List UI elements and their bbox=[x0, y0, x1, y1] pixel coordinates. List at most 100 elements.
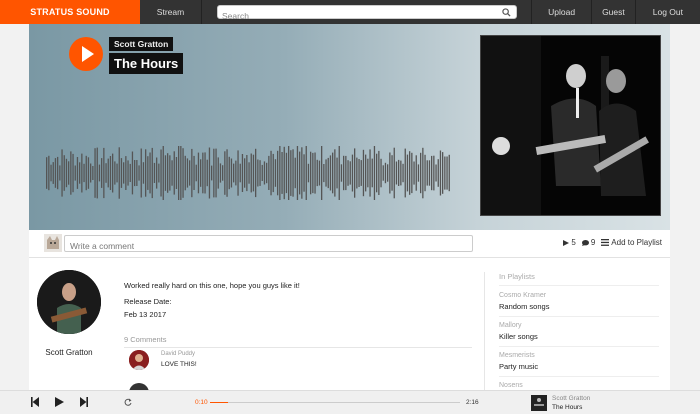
artist-avatar[interactable] bbox=[37, 270, 101, 334]
player-bar: 0:10 2:16 Scott Gratton The Hours bbox=[0, 390, 700, 414]
waveform-bar bbox=[109, 156, 112, 190]
waveform-bar bbox=[329, 155, 332, 191]
waveform-bar bbox=[59, 165, 61, 181]
waveform-bar bbox=[268, 155, 270, 190]
comment-input[interactable] bbox=[65, 238, 472, 254]
waveform-bar bbox=[261, 164, 263, 181]
waveform-bar bbox=[85, 155, 87, 191]
track-artist[interactable]: Scott Gratton bbox=[109, 37, 174, 51]
waveform-bar bbox=[431, 155, 433, 191]
playlist-owner[interactable]: Nosens bbox=[499, 382, 659, 389]
playlist-link[interactable]: Killer songs bbox=[499, 332, 659, 347]
track-page: Scott Gratton The Hours Write a comment … bbox=[29, 24, 670, 393]
now-playing-thumbnail[interactable] bbox=[531, 395, 547, 411]
playlist-owner[interactable]: Mesmerists bbox=[499, 352, 659, 359]
upload-link[interactable]: Upload bbox=[531, 0, 591, 24]
waveform-bar bbox=[318, 160, 321, 186]
brand-logo[interactable]: STRATUS SOUND bbox=[0, 0, 140, 24]
progress-bar[interactable] bbox=[210, 402, 460, 403]
waveform-bar bbox=[204, 152, 206, 194]
waveform-bar bbox=[387, 164, 389, 182]
waveform-bar bbox=[351, 154, 354, 192]
waveform-bar bbox=[156, 157, 158, 189]
waveform-bar bbox=[118, 147, 120, 199]
track-title: The Hours bbox=[109, 53, 184, 74]
now-playing-artist[interactable]: Scott Gratton bbox=[552, 395, 590, 402]
nav-stream-link[interactable]: Stream bbox=[140, 0, 202, 24]
waveform-bar bbox=[362, 149, 365, 197]
comments-value: 9 bbox=[590, 238, 596, 247]
waveform-bar bbox=[48, 155, 50, 191]
commenter-avatar[interactable] bbox=[129, 350, 149, 370]
waveform-bar bbox=[123, 162, 125, 184]
waveform-bar bbox=[336, 157, 338, 189]
waveform-bar bbox=[239, 163, 241, 183]
playlist-owner[interactable]: Mallory bbox=[499, 322, 659, 329]
waveform-bar bbox=[68, 161, 70, 185]
waveform-bar bbox=[87, 157, 90, 189]
progress-fill bbox=[210, 402, 228, 403]
waveform-bar bbox=[426, 160, 428, 186]
waveform-bar bbox=[65, 158, 68, 188]
waveform-bar bbox=[92, 166, 94, 180]
playlist-link[interactable]: Party music bbox=[499, 362, 659, 377]
logout-link[interactable]: Log Out bbox=[634, 0, 700, 24]
playlist-owner[interactable]: Cosmo Kramer bbox=[499, 292, 659, 299]
play-count-icon bbox=[563, 239, 570, 246]
waveform-bar bbox=[206, 159, 208, 187]
waveform-bar bbox=[235, 160, 237, 186]
artist-name[interactable]: Scott Gratton bbox=[29, 348, 109, 357]
waveform-bar bbox=[393, 147, 395, 199]
waveform-bar bbox=[283, 146, 285, 200]
waveform[interactable] bbox=[46, 146, 450, 200]
waveform-bar bbox=[230, 158, 233, 188]
waveform-bar bbox=[435, 164, 437, 182]
play-button[interactable] bbox=[69, 37, 103, 71]
waveform-bar bbox=[347, 160, 349, 186]
waveform-bar bbox=[402, 163, 404, 183]
waveform-bar bbox=[246, 155, 248, 192]
waveform-bar bbox=[365, 154, 367, 192]
waveform-bar bbox=[444, 156, 446, 190]
comment-field bbox=[64, 235, 473, 254]
waveform-bar bbox=[241, 154, 244, 192]
add-to-playlist-button[interactable]: Add to Playlist bbox=[601, 238, 662, 247]
waveform-bar bbox=[79, 162, 81, 184]
waveform-bar bbox=[424, 154, 426, 192]
waveform-bar bbox=[420, 152, 422, 194]
waveform-bar bbox=[442, 152, 444, 194]
waveform-bar bbox=[270, 150, 272, 196]
nav-right: Upload Guest Log Out bbox=[531, 0, 700, 24]
current-time: 0:10 bbox=[195, 399, 208, 406]
guest-link[interactable]: Guest bbox=[591, 0, 635, 24]
waveform-bar bbox=[211, 165, 213, 181]
search-input[interactable] bbox=[218, 10, 498, 22]
waveform-bar bbox=[114, 161, 116, 185]
previous-icon[interactable] bbox=[31, 397, 39, 407]
repeat-icon[interactable] bbox=[124, 398, 132, 406]
search-icon[interactable] bbox=[502, 8, 511, 17]
waveform-bar bbox=[272, 153, 274, 193]
waveform-bar bbox=[193, 155, 195, 190]
waveform-bar bbox=[200, 159, 202, 187]
waveform-bar bbox=[145, 149, 147, 197]
play-icon[interactable] bbox=[55, 397, 64, 407]
now-playing-title[interactable]: The Hours bbox=[552, 404, 582, 411]
comments-heading: 9 Comments bbox=[124, 335, 472, 348]
waveform-bar bbox=[398, 159, 400, 186]
waveform-bar bbox=[158, 163, 160, 183]
waveform-bar bbox=[131, 151, 134, 195]
waveform-bar bbox=[312, 152, 314, 194]
waveform-bar bbox=[389, 152, 391, 194]
commenter-name[interactable]: David Puddy bbox=[161, 351, 195, 357]
waveform-bar bbox=[422, 147, 424, 199]
playlist-link[interactable]: Random songs bbox=[499, 302, 659, 317]
waveform-bar bbox=[107, 158, 109, 188]
track-description: Worked really hard on this one, hope you… bbox=[124, 281, 300, 290]
next-icon[interactable] bbox=[80, 397, 88, 407]
waveform-bar bbox=[380, 158, 382, 188]
waveform-bar bbox=[292, 149, 294, 197]
waveform-bar bbox=[446, 156, 448, 190]
waveform-bar bbox=[290, 150, 292, 196]
waveform-bar bbox=[378, 150, 380, 195]
